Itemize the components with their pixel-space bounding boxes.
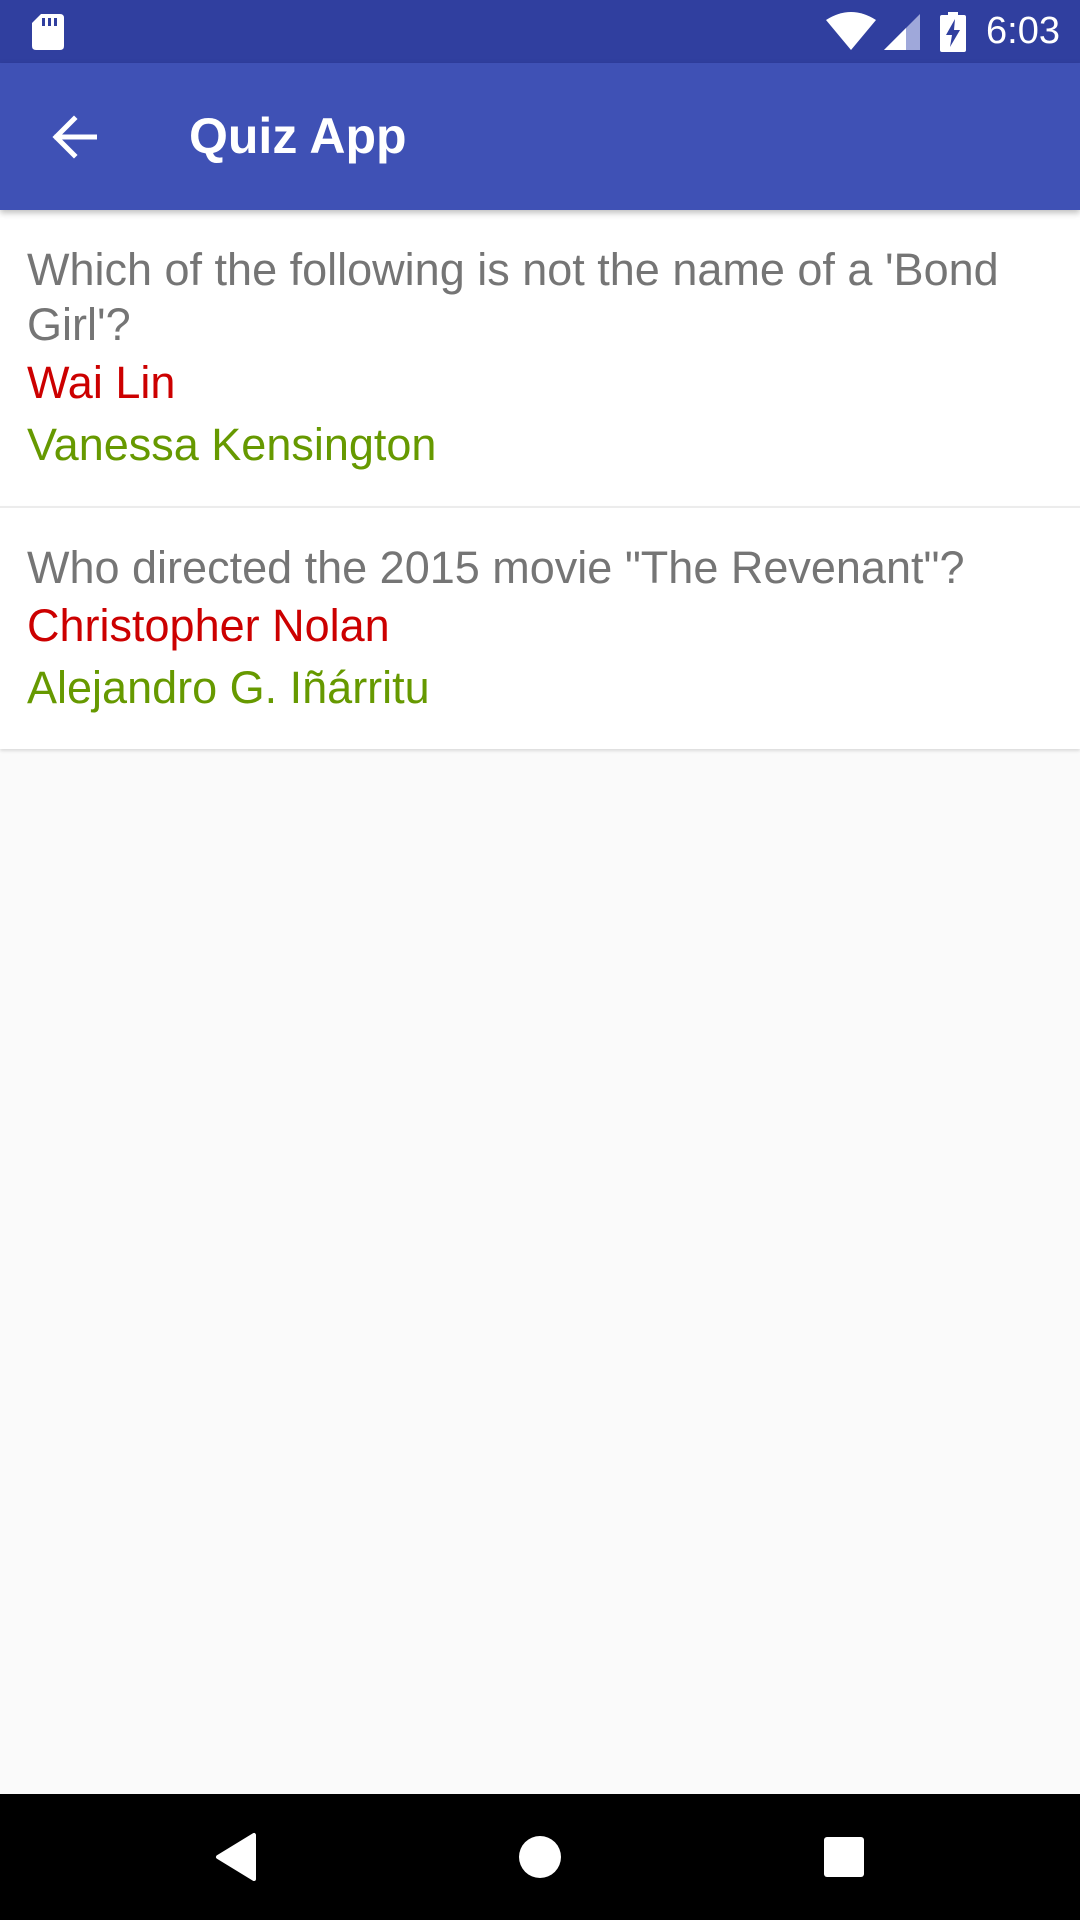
question-card[interactable]: Who directed the 2015 movie "The Revenan… <box>0 506 1080 749</box>
question-text: Which of the following is not the name o… <box>27 244 999 350</box>
wifi-icon <box>826 11 877 50</box>
status-icons: 6:03 <box>826 0 1060 63</box>
question-card[interactable]: Which of the following is not the name o… <box>0 210 1080 506</box>
wrong-answer: Wai Lin <box>27 357 176 408</box>
battery-charging-icon <box>940 11 967 52</box>
question-text: Who directed the 2015 movie "The Revenan… <box>27 542 965 593</box>
correct-answer: Alejandro G. Iñárritu <box>27 662 430 713</box>
nav-home-button[interactable] <box>480 1794 600 1920</box>
correct-answer: Vanessa Kensington <box>27 419 437 470</box>
arrow-back-icon <box>52 115 97 159</box>
wrong-answer: Christopher Nolan <box>27 600 390 651</box>
nav-recents-button[interactable] <box>784 1794 904 1920</box>
back-triangle-icon <box>216 1833 256 1881</box>
quiz-list: Which of the following is not the name o… <box>0 210 1080 749</box>
home-circle-icon <box>519 1836 561 1878</box>
recents-square-icon <box>824 1837 864 1877</box>
sd-card-icon <box>32 14 64 50</box>
app-title: Quiz App <box>189 108 407 164</box>
app-bar: Quiz App <box>0 63 1080 210</box>
nav-back-button[interactable] <box>176 1794 296 1920</box>
status-bar: 6:03 <box>0 0 1080 63</box>
clock: 6:03 <box>986 10 1060 52</box>
navigation-bar <box>0 1794 1080 1920</box>
cell-signal-icon <box>884 13 921 50</box>
back-button[interactable] <box>26 99 122 175</box>
